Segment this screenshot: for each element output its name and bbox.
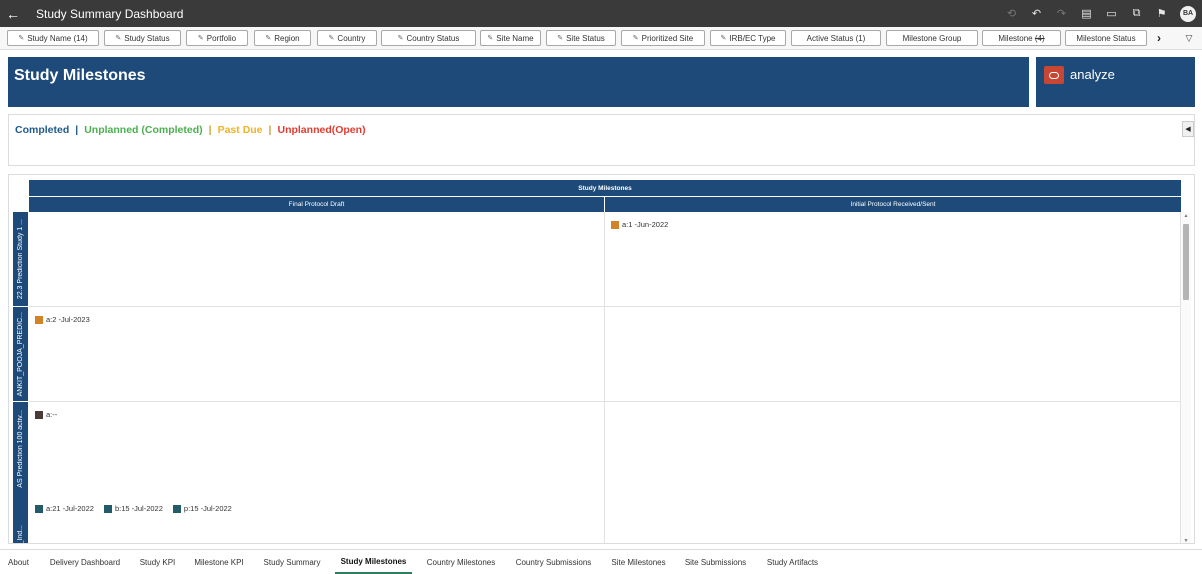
pivot-cell: a:21 -Jul-2022 b:15 -Jul-2022 p:15 -Jul-20… <box>29 496 605 543</box>
status-square-icon <box>35 504 43 513</box>
comment-icon[interactable]: ▭ <box>1099 0 1124 27</box>
status-square-icon <box>611 220 619 229</box>
pin-icon: ✎ <box>115 35 122 42</box>
milestone-entry[interactable]: a:-- <box>35 410 57 419</box>
vertical-scrollbar[interactable]: ▲ ▼ <box>1181 212 1191 543</box>
milestone-entry[interactable]: b:15 -Jul-2022 <box>103 504 163 513</box>
undo-icon[interactable]: ↶ <box>1024 0 1049 27</box>
scroll-up-icon[interactable]: ▲ <box>1182 213 1190 219</box>
pin-icon: ✎ <box>397 35 404 42</box>
tab-study-summary[interactable]: Study Summary <box>258 550 326 574</box>
filter-funnel-icon[interactable]: ▽ <box>1183 31 1195 45</box>
logo-text: analyze <box>1070 67 1115 82</box>
redo-icon[interactable]: ↷ <box>1049 0 1074 27</box>
status-square-icon <box>172 504 181 513</box>
pin-icon: ✎ <box>720 35 727 42</box>
status-square-icon <box>35 315 43 324</box>
scroll-thumb[interactable] <box>1183 224 1189 300</box>
collapse-panel-icon[interactable]: ◀ <box>1182 121 1194 137</box>
bookmark-icon[interactable]: ⚑ <box>1149 0 1174 27</box>
legend-unplanned-open: Unplanned(Open) <box>277 124 366 136</box>
tab-about[interactable]: About <box>3 550 34 574</box>
pivot-cell: a:-- <box>29 402 605 497</box>
dashboard-tabs: About Delivery Dashboard Study KPI Miles… <box>0 549 1202 574</box>
pivot-cell <box>605 402 1181 497</box>
user-avatar[interactable]: BA <box>1180 5 1196 22</box>
pivot-cell: a:1 -Jun-2022 <box>605 212 1181 307</box>
history-icon[interactable]: ⟲ <box>999 0 1024 27</box>
tab-country-milestones[interactable]: Country Milestones <box>421 550 501 574</box>
tab-study-milestones[interactable]: Study Milestones <box>335 550 412 574</box>
tab-study-kpi[interactable]: Study KPI <box>134 550 181 574</box>
tab-milestone-kpi[interactable]: Milestone KPI <box>189 550 249 574</box>
tab-country-submissions[interactable]: Country Submissions <box>510 550 597 574</box>
title-bar: ← Study Summary Dashboard ⟲ ↶ ↷ ▤ ▭ ⧉ ⚑ … <box>0 0 1202 27</box>
tab-site-milestones[interactable]: Site Milestones <box>606 550 671 574</box>
tab-delivery-dashboard[interactable]: Delivery Dashboard <box>44 550 126 574</box>
app-title: Study Summary Dashboard <box>36 6 184 21</box>
pivot-header: Study Milestones <box>29 180 1181 196</box>
pin-icon: ✎ <box>632 35 639 42</box>
pin-icon: ✎ <box>18 35 25 42</box>
chevron-right-icon[interactable]: › <box>1152 30 1166 46</box>
row-header: 22.3 Prediction Study 1 ... <box>13 212 28 306</box>
filter-site-status[interactable]: ✎ Site Status <box>546 30 616 46</box>
legend-past-due: Past Due <box>217 124 263 136</box>
filter-active-status[interactable]: Active Status (1) <box>791 30 881 46</box>
pivot-cell <box>605 307 1181 402</box>
pivot-cell: a:2 -Jul-2023 <box>29 307 605 402</box>
row-header: ANKIT_POOJA_PREDIC... <box>13 307 28 401</box>
pin-icon: ✎ <box>557 35 564 42</box>
legend-unplanned-completed: Unplanned (Completed) <box>84 124 203 136</box>
pin-icon: ✎ <box>197 35 204 42</box>
legend-completed: Completed <box>15 124 70 136</box>
milestone-entry[interactable]: a:1 -Jun-2022 <box>611 220 668 229</box>
filter-milestone[interactable]: Milestone (4) <box>982 30 1061 46</box>
tab-study-artifacts[interactable]: Study Artifacts <box>760 550 825 574</box>
present-icon[interactable]: ⧉ <box>1124 0 1149 27</box>
row-header: 14 on_Ind... <box>13 496 28 543</box>
pivot-cell <box>605 496 1181 543</box>
filter-study-status[interactable]: ✎ Study Status <box>104 30 181 46</box>
filter-site-name[interactable]: ✎ Site Name <box>480 30 541 46</box>
filter-portfolio[interactable]: ✎ Portfolio <box>186 30 248 46</box>
filter-region[interactable]: ✎ Region <box>254 30 311 46</box>
filter-milestone-status[interactable]: Milestone Status <box>1065 30 1147 46</box>
row-header: AS Prediction 100 activ... <box>13 402 28 496</box>
filter-study-name[interactable]: ✎ Study Name (14) <box>7 30 99 46</box>
milestone-entry[interactable]: a:2 -Jul-2023 <box>35 315 90 324</box>
filter-bar: ✎ Study Name (14) ✎ Study Status ✎ Portfoli… <box>0 27 1202 50</box>
toolbar-icons: ⟲ ↶ ↷ ▤ ▭ ⧉ ⚑ BA <box>999 0 1196 27</box>
filter-irb-ec-type[interactable]: ✎ IRB/EC Type <box>710 30 786 46</box>
column-header-initial-protocol: Initial Protocol Received/Sent <box>605 197 1181 212</box>
scroll-down-icon[interactable]: ▼ <box>1182 538 1190 543</box>
milestone-entry[interactable]: a:21 -Jul-2022 <box>35 504 94 513</box>
filter-prioritized-site[interactable]: ✎ Prioritized Site <box>621 30 705 46</box>
status-legend: Completed | Unplanned (Completed) | Past Due… <box>8 114 1195 166</box>
back-arrow-icon[interactable]: ← <box>0 0 26 27</box>
page-banner: Study Milestones <box>8 57 1029 107</box>
pin-icon: ✎ <box>328 35 335 42</box>
page-title: Study Milestones <box>14 67 146 84</box>
status-square-icon <box>103 504 112 513</box>
tab-site-submissions[interactable]: Site Submissions <box>680 550 751 574</box>
pin-icon: ✎ <box>265 35 272 42</box>
status-square-icon <box>35 410 43 419</box>
pivot-cell <box>29 212 605 307</box>
milestone-entry[interactable]: p:15 -Jul-2022 <box>172 504 232 513</box>
dataset-icon[interactable]: ▤ <box>1074 0 1099 27</box>
filter-milestone-group[interactable]: Milestone Group <box>886 30 978 46</box>
oracle-logo-icon <box>1044 66 1064 84</box>
filter-country[interactable]: ✎ Country <box>317 30 377 46</box>
column-header-final-protocol-draft: Final Protocol Draft <box>29 197 604 212</box>
filter-country-status[interactable]: ✎ Country Status <box>381 30 476 46</box>
pin-icon: ✎ <box>487 35 494 42</box>
oracle-analyze-logo: analyze <box>1036 57 1195 107</box>
milestones-pivot-table: Study Milestones Final Protocol Draft In… <box>8 174 1195 544</box>
